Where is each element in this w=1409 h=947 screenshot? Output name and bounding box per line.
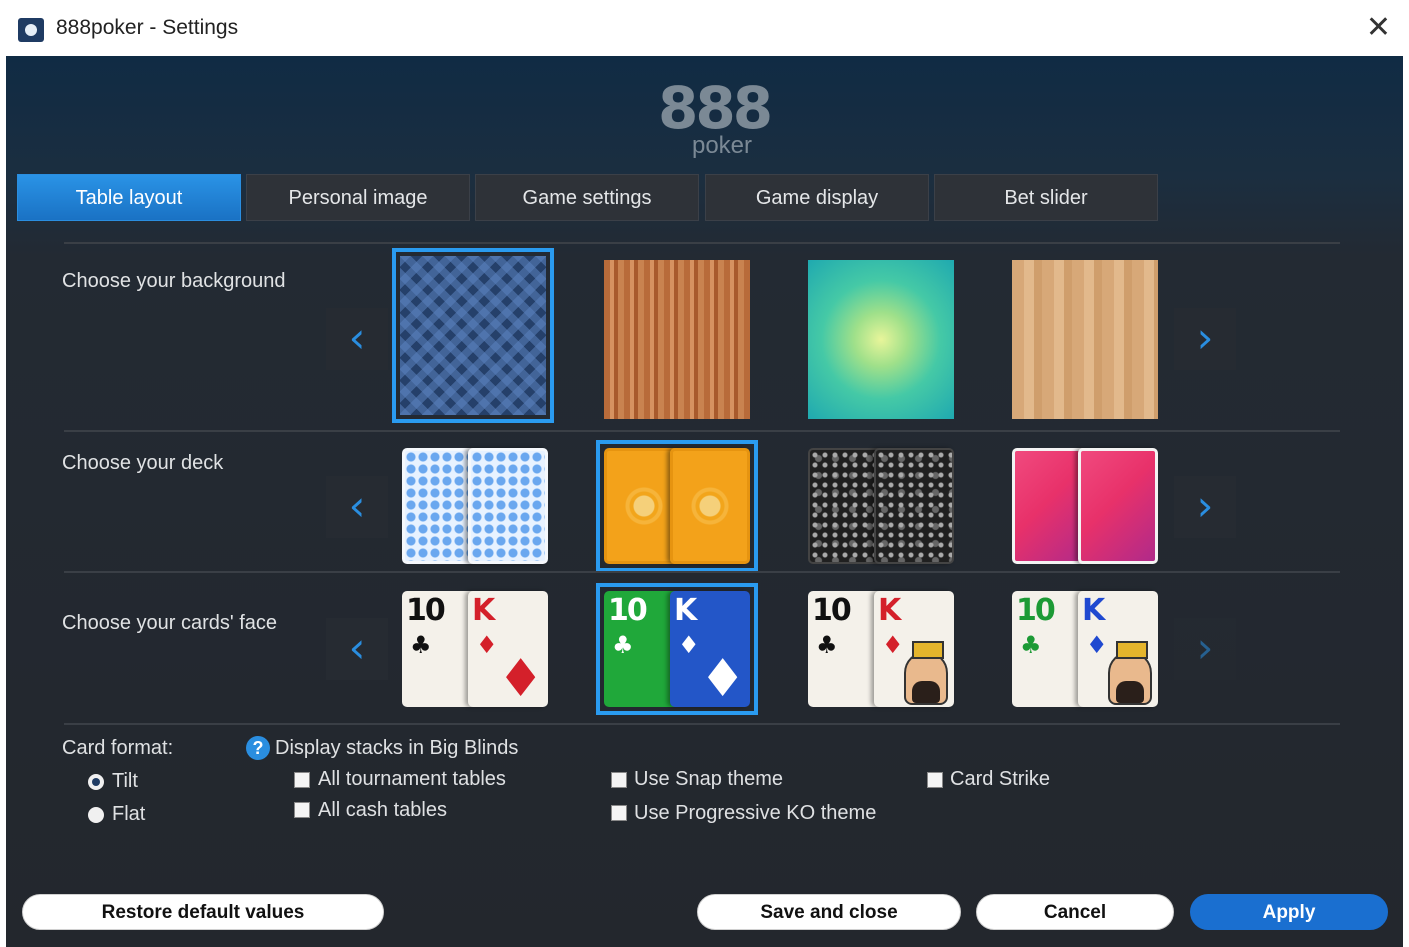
background-option-blue-diamond[interactable] — [392, 248, 554, 423]
background-option-wood-dark[interactable] — [604, 260, 750, 419]
face-option-four-color[interactable]: 10 ♣ K ♦ ♦ — [596, 583, 758, 715]
faces-prev-arrow-icon[interactable]: ‹ — [326, 618, 388, 680]
diamond-icon: ♦ — [699, 649, 746, 707]
save-and-close-button[interactable]: Save and close — [697, 894, 961, 930]
card-king-diamonds: K ♦ — [1078, 591, 1158, 707]
deck-prev-arrow-icon[interactable]: ‹ — [326, 476, 388, 538]
card-format-flat-radio[interactable] — [88, 807, 104, 823]
stacks-label: Display stacks in Big Blinds — [275, 737, 519, 759]
app-icon — [18, 18, 44, 42]
diamond-icon: ♦ — [678, 631, 700, 659]
background-row-label: Choose your background — [62, 270, 286, 292]
card-rank: 10 — [812, 593, 852, 628]
brand-logo: 888 poker — [658, 74, 773, 162]
divider — [64, 430, 1340, 432]
title-bar: 888poker - Settings ✕ — [0, 0, 1409, 56]
card-rank: 10 — [406, 593, 446, 628]
deck-card-back — [874, 448, 954, 564]
progressive-ko-theme-label: Use Progressive KO theme — [634, 802, 877, 824]
card-format-tilt-radio[interactable] — [88, 774, 104, 790]
card-king-diamonds: K ♦ ♦ — [468, 591, 548, 707]
card-format-tilt-label: Tilt — [112, 770, 138, 792]
card-rank: K — [674, 593, 697, 628]
background-option-wood-light[interactable] — [1012, 260, 1158, 419]
club-icon: ♣ — [1020, 631, 1042, 659]
diamond-icon: ♦ — [882, 631, 904, 659]
card-king-diamonds: K ♦ — [874, 591, 954, 707]
tab-game-settings[interactable]: Game settings — [475, 174, 699, 221]
card-rank: 10 — [608, 593, 648, 628]
card-rank: 10 — [1016, 593, 1056, 628]
face-option-picture[interactable]: 10 ♣ K ♦ — [808, 591, 954, 707]
deck-option-blue[interactable] — [402, 448, 548, 564]
king-portrait-icon — [904, 641, 948, 705]
help-icon[interactable]: ? — [246, 736, 270, 760]
faces-row-label: Choose your cards' face — [62, 612, 278, 634]
all-tournament-tables-checkbox[interactable] — [294, 772, 310, 788]
tab-bet-slider[interactable]: Bet slider — [934, 174, 1158, 221]
divider — [64, 723, 1340, 725]
deck-next-arrow-icon[interactable]: › — [1174, 476, 1236, 538]
logo-888: 888 — [658, 74, 773, 142]
progressive-ko-theme-checkbox[interactable] — [611, 805, 627, 821]
apply-button[interactable]: Apply — [1190, 894, 1388, 930]
card-king-diamonds: K ♦ ♦ — [670, 591, 750, 707]
card-strike-label: Card Strike — [950, 768, 1051, 790]
logo-poker: poker — [691, 132, 753, 159]
card-rank: K — [1082, 593, 1105, 628]
deck-card-back — [468, 448, 548, 564]
club-icon: ♣ — [410, 631, 432, 659]
all-cash-tables-label: All cash tables — [318, 799, 447, 821]
face-option-picture-four-color[interactable]: 10 ♣ K ♦ — [1012, 591, 1158, 707]
king-portrait-icon — [1108, 641, 1152, 705]
club-icon: ♣ — [612, 631, 634, 659]
card-format-label: Card format: — [62, 737, 174, 759]
face-option-classic[interactable]: 10 ♣ K ♦ ♦ — [402, 591, 548, 707]
snap-theme-checkbox[interactable] — [611, 772, 627, 788]
divider — [64, 571, 1340, 573]
tab-table-layout[interactable]: Table layout — [17, 174, 241, 221]
cancel-button[interactable]: Cancel — [976, 894, 1174, 930]
settings-panel: 888 poker Table layout Personal image Ga… — [6, 56, 1403, 947]
diamond-icon: ♦ — [1086, 631, 1108, 659]
deck-card-back — [1078, 448, 1158, 564]
deck-option-pink[interactable] — [1012, 448, 1158, 564]
all-cash-tables-checkbox[interactable] — [294, 802, 310, 818]
diamond-icon: ♦ — [497, 649, 544, 707]
deck-row-label: Choose your deck — [62, 452, 224, 474]
background-prev-arrow-icon[interactable]: ‹ — [326, 308, 388, 370]
all-tournament-tables-label: All tournament tables — [318, 768, 506, 790]
diamond-icon: ♦ — [476, 631, 498, 659]
snap-theme-label: Use Snap theme — [634, 768, 783, 790]
divider — [64, 242, 1340, 244]
restore-defaults-button[interactable]: Restore default values — [22, 894, 384, 930]
close-icon[interactable]: ✕ — [1366, 10, 1391, 46]
deck-option-orange[interactable] — [596, 440, 758, 572]
card-format-flat-label: Flat — [112, 803, 146, 825]
tab-personal-image[interactable]: Personal image — [246, 174, 470, 221]
tab-game-display[interactable]: Game display — [705, 174, 929, 221]
card-rank: K — [472, 593, 495, 628]
card-strike-checkbox[interactable] — [927, 772, 943, 788]
background-next-arrow-icon[interactable]: › — [1174, 308, 1236, 370]
card-rank: K — [878, 593, 901, 628]
background-option-teal-gradient[interactable] — [808, 260, 954, 419]
club-icon: ♣ — [816, 631, 838, 659]
faces-next-arrow-icon[interactable]: › — [1174, 618, 1236, 680]
window-title: 888poker - Settings — [56, 16, 239, 39]
deck-card-back — [670, 448, 750, 564]
deck-option-black[interactable] — [808, 448, 954, 564]
